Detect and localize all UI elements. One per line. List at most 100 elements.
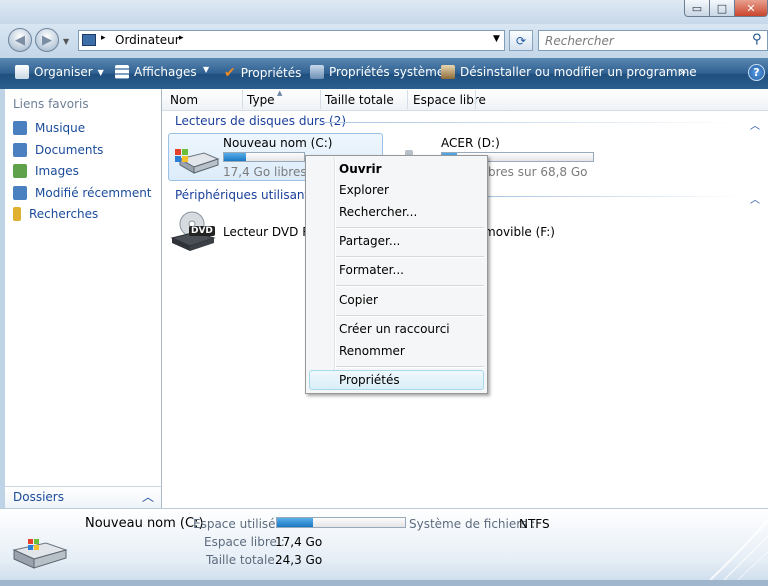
details-total-label: Taille totale : [206,553,283,567]
window-bottom-border [0,580,768,586]
recent-pages-dropdown[interactable]: ▼ [63,37,69,46]
uninstall-icon [441,65,455,79]
menu-item-properties[interactable]: Propriétés [339,373,400,387]
menu-item-open[interactable]: Ouvrir [339,162,382,176]
details-fs-value: NTFS [519,517,550,531]
music-icon [13,121,27,135]
folders-label[interactable]: Dossiers [13,490,64,504]
properties-label: Propriétés [240,66,302,80]
group-header-hard-drives[interactable]: Lecteurs de disques durs (2) [175,114,346,128]
address-bar[interactable]: ▸ Ordinateur ▸ ▼ [78,30,505,51]
arrow-right-icon: ▶ [42,32,52,48]
uninstall-program-button[interactable]: Désinstaller ou modifier un programme [441,65,697,79]
sidebar-item-searches[interactable]: Recherches [13,207,98,221]
details-drive-name: Nouveau nom (C:) [85,516,204,531]
menu-item-share[interactable]: Partager... [339,234,400,248]
views-label: Affichages [134,65,197,79]
chevron-down-icon: ▼ [97,67,104,77]
menu-item-rename[interactable]: Renommer [339,344,405,358]
hard-drive-windows-icon [174,145,220,175]
menu-item-explore[interactable]: Explorer [339,183,389,197]
system-properties-button[interactable]: Propriétés système [310,65,444,79]
column-divider[interactable] [407,90,408,109]
arrow-left-icon: ◀ [15,32,25,48]
context-menu: Ouvrir Explorer Rechercher... Partager..… [305,155,488,394]
images-icon [13,164,27,178]
drive-c-usage-fill [224,153,247,161]
breadcrumb-arrow-icon[interactable]: ▸ [179,33,184,43]
organize-icon [15,65,29,79]
system-properties-icon [310,65,324,79]
sidebar-item-label: Recherches [29,207,99,221]
forward-button[interactable]: ▶ [35,28,59,52]
search-placeholder: Rechercher [545,34,614,48]
details-total-value: 24,3 Go [275,553,323,567]
collapse-group-icon[interactable]: ︿ [750,117,760,132]
refresh-icon: ⟳ [515,33,527,48]
sidebar-item-documents[interactable]: Documents [13,143,103,157]
sidebar-item-images[interactable]: Images [13,164,79,178]
sidebar-item-recently-changed[interactable]: Modifié récemment [13,186,152,200]
checkmark-icon: ✔ [224,65,236,81]
details-fs-label: Système de fichiers : [409,517,536,531]
menu-gutter [334,158,336,391]
column-header-type[interactable]: Type [247,93,275,107]
details-decoration [700,512,768,581]
menu-item-copy[interactable]: Copier [339,293,378,307]
minimize-button[interactable]: ▭ [684,0,710,17]
sidebar-item-label: Modifié récemment [35,186,152,200]
group-divider [322,122,742,123]
details-free-value: 17,4 Go [275,535,323,549]
help-icon: ? [753,66,760,79]
sidebar-item-label: Musique [35,121,86,135]
maximize-button[interactable]: □ [709,0,735,17]
uninstall-label: Désinstaller ou modifier un programme [460,65,697,79]
details-used-label: Espace utilisé : [193,517,284,531]
chevron-down-icon: ▼ [203,65,210,74]
address-dropdown-icon[interactable]: ▼ [493,34,500,44]
collapse-group-icon[interactable]: ︿ [750,191,760,206]
sidebar-item-label: Images [35,164,79,178]
sort-arrow-icon: ▲ [277,89,283,97]
sidebar-item-label: Documents [35,143,104,157]
views-icon [115,65,129,79]
column-divider[interactable] [242,90,243,109]
drive-d-name: ACER (D:) [441,136,500,150]
menu-separator [336,366,484,368]
organize-button[interactable]: Organiser ▼ [15,65,104,79]
help-button[interactable]: ? [748,64,765,81]
menu-item-format[interactable]: Formater... [339,263,404,277]
column-header-total-size[interactable]: Taille totale [325,93,394,107]
breadcrumb-arrow-icon[interactable]: ▸ [101,33,106,43]
properties-button[interactable]: ✔ Propriétés [224,65,301,81]
close-button[interactable]: ✕ [734,0,768,17]
search-icon[interactable]: ⚲ [752,32,762,47]
details-usage-bar [276,517,406,528]
refresh-button[interactable]: ⟳ [509,30,533,51]
column-divider[interactable] [475,90,476,109]
dvd-badge: DVD [189,226,215,236]
computer-icon [82,34,96,46]
menu-item-search[interactable]: Rechercher... [339,205,417,219]
column-header-name[interactable]: Nom [170,93,198,107]
back-button[interactable]: ◀ [8,28,32,52]
menu-separator [336,315,484,317]
chevron-up-icon[interactable]: ︿ [142,488,154,505]
menu-item-create-shortcut[interactable]: Créer un raccourci [339,322,450,336]
breadcrumb-computer[interactable]: Ordinateur [115,33,180,47]
documents-icon [13,143,27,157]
search-input[interactable]: Rechercher ⚲ [538,30,768,51]
menu-separator [336,227,484,229]
group-divider [488,196,742,197]
views-button[interactable]: Affichages [115,65,197,79]
searches-folder-icon [13,207,21,221]
views-dropdown[interactable]: ▼ [203,65,209,74]
sidebar-item-music[interactable]: Musique [13,121,85,135]
more-commands-button[interactable]: » [679,65,686,79]
favorites-title: Liens favoris [13,97,89,111]
column-divider[interactable] [320,90,321,109]
menu-separator [336,256,484,258]
drive-d-free-text: bres sur 68,8 Go [488,165,588,179]
system-properties-label: Propriétés système [329,65,445,79]
drive-c-name: Nouveau nom (C:) [223,136,333,150]
